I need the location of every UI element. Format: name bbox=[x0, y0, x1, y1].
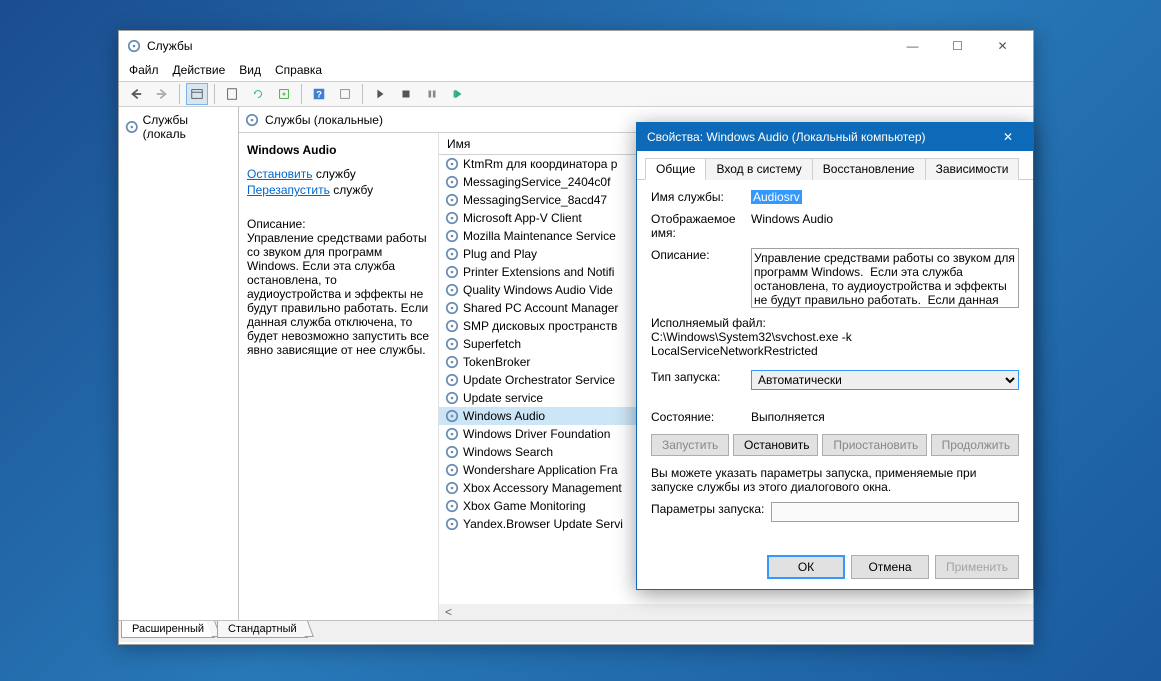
tab-recovery[interactable]: Восстановление bbox=[812, 158, 926, 180]
menu-view[interactable]: Вид bbox=[239, 63, 261, 77]
properties-dialog: Свойства: Windows Audio (Локальный компь… bbox=[636, 122, 1034, 590]
startup-type-select[interactable]: Автоматически bbox=[751, 370, 1019, 390]
gear-icon bbox=[445, 355, 459, 369]
bottom-tab-strip: Расширенный Стандартный bbox=[119, 620, 1033, 642]
ok-button[interactable]: ОК bbox=[767, 555, 845, 579]
resume-button[interactable]: Продолжить bbox=[931, 434, 1019, 456]
gear-icon bbox=[445, 481, 459, 495]
menu-help[interactable]: Справка bbox=[275, 63, 322, 77]
gear-icon bbox=[445, 283, 459, 297]
stop-link[interactable]: Остановить bbox=[247, 167, 313, 181]
properties-button[interactable] bbox=[221, 83, 243, 105]
apply-button[interactable]: Применить bbox=[935, 555, 1019, 579]
gear-icon bbox=[445, 337, 459, 351]
label-description: Описание: bbox=[651, 248, 751, 308]
gear-icon bbox=[445, 517, 459, 531]
gear-icon bbox=[445, 319, 459, 333]
refresh-button[interactable] bbox=[247, 83, 269, 105]
gear-icon bbox=[245, 113, 259, 127]
toolbar-btn-extra[interactable] bbox=[334, 83, 356, 105]
gear-icon bbox=[445, 175, 459, 189]
value-display-name: Windows Audio bbox=[751, 212, 1019, 240]
gear-icon bbox=[445, 427, 459, 441]
description-label: Описание: bbox=[247, 217, 430, 231]
gear-icon bbox=[445, 391, 459, 405]
tab-general[interactable]: Общие bbox=[645, 158, 706, 180]
gear-icon bbox=[445, 445, 459, 459]
stop-service-button[interactable] bbox=[395, 83, 417, 105]
minimize-button[interactable]: — bbox=[890, 31, 935, 61]
dialog-titlebar: Свойства: Windows Audio (Локальный компь… bbox=[637, 123, 1033, 151]
gear-icon bbox=[445, 229, 459, 243]
restart-link[interactable]: Перезапустить bbox=[247, 183, 330, 197]
tab-standard[interactable]: Стандартный bbox=[217, 621, 308, 638]
cancel-button[interactable]: Отмена bbox=[851, 555, 929, 579]
back-button[interactable] bbox=[125, 83, 147, 105]
stop-button[interactable]: Остановить bbox=[733, 434, 818, 456]
pause-service-button[interactable] bbox=[421, 83, 443, 105]
tab-dependencies[interactable]: Зависимости bbox=[925, 158, 1020, 180]
export-button[interactable] bbox=[273, 83, 295, 105]
gear-icon bbox=[445, 409, 459, 423]
tab-logon[interactable]: Вход в систему bbox=[705, 158, 812, 180]
menu-bar: Файл Действие Вид Справка bbox=[119, 61, 1033, 81]
value-exe: C:\Windows\System32\svchost.exe -k Local… bbox=[651, 330, 1019, 358]
value-state: Выполняется bbox=[751, 410, 1019, 424]
horizontal-scrollbar[interactable]: < bbox=[439, 604, 1033, 620]
window-title: Службы bbox=[147, 39, 890, 53]
label-startup: Тип запуска: bbox=[651, 370, 751, 390]
gear-icon bbox=[445, 265, 459, 279]
app-icon bbox=[127, 39, 141, 53]
gear-icon bbox=[445, 211, 459, 225]
value-service-name: Audiosrv bbox=[751, 190, 802, 204]
label-display-name: Отображаемое имя: bbox=[651, 212, 751, 240]
label-exe: Исполняемый файл: bbox=[651, 316, 1019, 330]
tree-item-services[interactable]: Службы (локаль bbox=[123, 111, 234, 143]
show-hide-tree-button[interactable] bbox=[186, 83, 208, 105]
restart-service-button[interactable] bbox=[447, 83, 469, 105]
menu-action[interactable]: Действие bbox=[173, 63, 226, 77]
tab-extended[interactable]: Расширенный bbox=[121, 621, 215, 638]
description-textarea[interactable] bbox=[751, 248, 1019, 308]
dialog-tabs: Общие Вход в систему Восстановление Зави… bbox=[637, 151, 1033, 180]
gear-icon bbox=[125, 120, 139, 134]
dialog-close-button[interactable]: ✕ bbox=[993, 123, 1023, 151]
toolbar: ? bbox=[119, 81, 1033, 107]
menu-file[interactable]: Файл bbox=[129, 63, 159, 77]
close-button[interactable]: ✕ bbox=[980, 31, 1025, 61]
maximize-button[interactable]: ☐ bbox=[935, 31, 980, 61]
pause-button[interactable]: Приостановить bbox=[822, 434, 926, 456]
tree-panel: Службы (локаль bbox=[119, 107, 239, 620]
start-service-button[interactable] bbox=[369, 83, 391, 105]
gear-icon bbox=[445, 463, 459, 477]
label-state: Состояние: bbox=[651, 410, 751, 424]
forward-button[interactable] bbox=[151, 83, 173, 105]
service-info-column: Windows Audio Остановить службу Перезапу… bbox=[239, 133, 439, 620]
label-service-name: Имя службы: bbox=[651, 190, 751, 204]
gear-icon bbox=[445, 301, 459, 315]
gear-icon bbox=[445, 157, 459, 171]
gear-icon bbox=[445, 373, 459, 387]
selected-service-name: Windows Audio bbox=[247, 143, 430, 157]
gear-icon bbox=[445, 499, 459, 513]
startup-params-input[interactable] bbox=[771, 502, 1019, 522]
start-button[interactable]: Запустить bbox=[651, 434, 729, 456]
svg-text:?: ? bbox=[316, 90, 322, 101]
gear-icon bbox=[445, 193, 459, 207]
label-params: Параметры запуска: bbox=[651, 502, 771, 522]
titlebar: Службы — ☐ ✕ bbox=[119, 31, 1033, 61]
description-text: Управление средствами работы со звуком д… bbox=[247, 231, 430, 357]
help-button[interactable]: ? bbox=[308, 83, 330, 105]
gear-icon bbox=[445, 247, 459, 261]
startup-params-hint: Вы можете указать параметры запуска, при… bbox=[651, 466, 1019, 494]
